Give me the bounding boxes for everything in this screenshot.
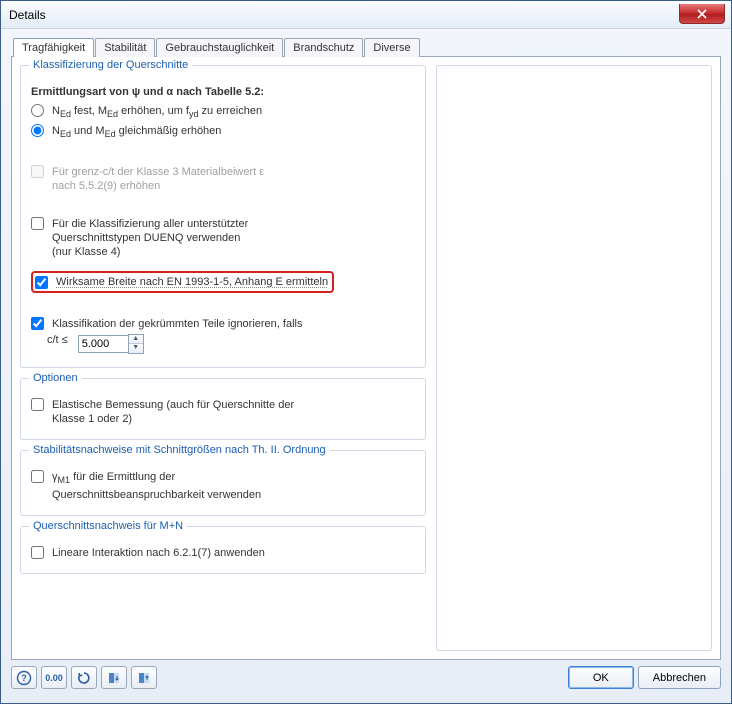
ok-button[interactable]: OK xyxy=(568,666,634,689)
group-optionen: Optionen Elastische Bemessung (auch für … xyxy=(20,378,426,440)
details-dialog: Details Tragfähigkeit Stabilität Gebrauc… xyxy=(0,0,732,704)
group-legend: Klassifizierung der Querschnitte xyxy=(29,59,192,71)
group-mn: Querschnittsnachweis für M+N Lineare Int… xyxy=(20,526,426,574)
chk-linear[interactable]: Lineare Interaktion nach 6.2.1(7) anwend… xyxy=(31,546,415,560)
chk-breite-input[interactable] xyxy=(35,276,48,289)
group-stabilitaet: Stabilitätsnachweise mit Schnittgrößen n… xyxy=(20,450,426,515)
tab-brandschutz[interactable]: Brandschutz xyxy=(284,38,363,57)
group-legend: Querschnittsnachweis für M+N xyxy=(29,520,187,532)
export-icon-button[interactable] xyxy=(131,666,157,689)
cft-spinner[interactable]: ▲ ▼ xyxy=(128,334,144,354)
ermittlungsart-label: Ermittlungsart von ψ und α nach Tabelle … xyxy=(31,86,415,98)
chk-linear-label: Lineare Interaktion nach 6.2.1(7) anwend… xyxy=(52,546,265,560)
tab-panel: Klassifizierung der Querschnitte Ermittl… xyxy=(11,56,721,660)
cft-spin-up[interactable]: ▲ xyxy=(129,335,143,344)
chk-curved-label: Klassifikation der gekrümmten Teile igno… xyxy=(52,317,302,331)
button-bar: ? 0.00 OK Abbrechen xyxy=(11,660,721,689)
chk-duenq-input[interactable] xyxy=(31,217,44,230)
close-button[interactable] xyxy=(679,4,725,24)
tab-stabilitaet[interactable]: Stabilität xyxy=(95,38,155,57)
cft-label: c/t ≤ xyxy=(47,334,68,346)
chk-breite-row: Wirksame Breite nach EN 1993-1-5, Anhang… xyxy=(31,271,415,293)
decimals-icon-button[interactable]: 0.00 xyxy=(41,666,67,689)
reset-icon-button[interactable] xyxy=(71,666,97,689)
tab-diverse[interactable]: Diverse xyxy=(364,38,419,57)
chk-linear-input[interactable] xyxy=(31,546,44,559)
radio-ned-med-input[interactable] xyxy=(31,124,44,137)
radio-ned-fest-input[interactable] xyxy=(31,104,44,117)
group-legend: Optionen xyxy=(29,372,82,384)
chk-grenz: Für grenz-c/t der Klasse 3 Materialbeiwe… xyxy=(31,165,415,193)
radio-ned-fest-label: NEd fest, MEd erhöhen, um fyd zu erreich… xyxy=(52,104,262,121)
cft-spin-down[interactable]: ▼ xyxy=(129,344,143,353)
chk-curved-input[interactable] xyxy=(31,317,44,330)
help-icon-button[interactable]: ? xyxy=(11,666,37,689)
chk-curved[interactable]: Klassifikation der gekrümmten Teile igno… xyxy=(31,317,415,331)
group-klassifizierung: Klassifizierung der Querschnitte Ermittl… xyxy=(20,65,426,368)
window-title: Details xyxy=(9,8,46,22)
cancel-button[interactable]: Abbrechen xyxy=(638,666,721,689)
chk-duenq-label: Für die Klassifizierung aller unterstütz… xyxy=(52,217,248,259)
chk-elastic[interactable]: Elastische Bemessung (auch für Querschni… xyxy=(31,398,415,426)
chk-elastic-label: Elastische Bemessung (auch für Querschni… xyxy=(52,398,294,426)
import-icon-button[interactable] xyxy=(101,666,127,689)
chk-grenz-label: Für grenz-c/t der Klasse 3 Materialbeiwe… xyxy=(52,165,264,193)
radio-ned-med-label: NEd und MEd gleichmäßig erhöhen xyxy=(52,124,221,141)
cft-row: c/t ≤ ▲ ▼ xyxy=(47,334,415,354)
tab-gebrauchstauglichkeit[interactable]: Gebrauchstauglichkeit xyxy=(156,38,283,57)
chk-breite-label: Wirksame Breite nach EN 1993-1-5, Anhang… xyxy=(56,275,328,289)
highlight-frame: Wirksame Breite nach EN 1993-1-5, Anhang… xyxy=(31,271,334,293)
cft-input[interactable] xyxy=(78,335,128,353)
tab-strip: Tragfähigkeit Stabilität Gebrauchstaugli… xyxy=(11,37,721,660)
svg-text:?: ? xyxy=(21,673,27,683)
group-legend: Stabilitätsnachweise mit Schnittgrößen n… xyxy=(29,444,330,456)
radio-ned-fest[interactable]: NEd fest, MEd erhöhen, um fyd zu erreich… xyxy=(31,104,415,121)
radio-ned-med[interactable]: NEd und MEd gleichmäßig erhöhen xyxy=(31,124,415,141)
chk-gamma[interactable]: γM1 für die Ermittlung der Querschnittsb… xyxy=(31,470,415,501)
chk-elastic-input[interactable] xyxy=(31,398,44,411)
chk-gamma-label: γM1 für die Ermittlung der Querschnittsb… xyxy=(52,470,261,501)
preview-panel xyxy=(436,65,712,651)
titlebar: Details xyxy=(1,1,731,29)
chk-duenq[interactable]: Für die Klassifizierung aller unterstütz… xyxy=(31,217,415,259)
tab-tragfaehigkeit[interactable]: Tragfähigkeit xyxy=(13,38,94,57)
chk-grenz-input xyxy=(31,165,44,178)
chk-gamma-input[interactable] xyxy=(31,470,44,483)
